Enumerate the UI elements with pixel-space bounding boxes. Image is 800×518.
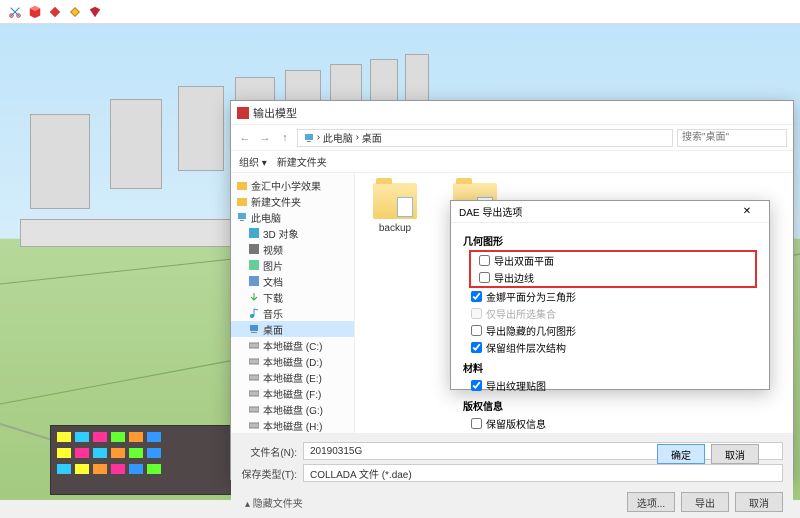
tree-item[interactable]: 本地磁盘 (F:)	[231, 385, 354, 401]
export-button[interactable]: 导出	[681, 492, 729, 512]
tree-item[interactable]: 图片	[231, 257, 354, 273]
section-credits: 版权信息	[463, 398, 757, 413]
newfolder-button[interactable]: 新建文件夹	[277, 154, 327, 169]
tree-item[interactable]: 本地磁盘 (H:)	[231, 417, 354, 433]
chk-two-sided[interactable]	[479, 255, 490, 266]
video-icon	[249, 244, 259, 254]
tree-item[interactable]: 桌面	[231, 321, 354, 337]
scissors-icon[interactable]	[8, 5, 22, 19]
3d-icon	[249, 228, 259, 238]
chk-hidden-geom[interactable]	[471, 325, 482, 336]
chk-selection-only	[471, 308, 482, 319]
folder-yellow-icon	[237, 180, 247, 190]
tree-item[interactable]: 文档	[231, 273, 354, 289]
cancel-button[interactable]: 取消	[735, 492, 783, 512]
filetype-label: 保存类型(T):	[241, 466, 297, 481]
tree-item[interactable]: 金汇中小学效果	[231, 177, 354, 193]
disk-icon	[249, 356, 259, 366]
colorful-building	[50, 425, 260, 495]
nav-row: ← → ↑ › 此电脑 › 桌面	[231, 125, 793, 151]
dae-options-dialog: DAE 导出选项 ✕ 几何图形 导出双面平面 导出边线 金娜平面分为三角形 仅导…	[450, 200, 770, 390]
section-material: 材料	[463, 360, 757, 375]
tree-item[interactable]: 音乐	[231, 305, 354, 321]
pic-icon	[249, 260, 259, 270]
disk-icon	[249, 404, 259, 414]
tree-item[interactable]: 本地磁盘 (C:)	[231, 337, 354, 353]
tree-item[interactable]: 下载	[231, 289, 354, 305]
chk-textures[interactable]	[471, 380, 482, 391]
dae-options-titlebar[interactable]: DAE 导出选项 ✕	[451, 201, 769, 223]
breadcrumb[interactable]: › 此电脑 › 桌面	[297, 129, 673, 147]
folder-yellow-icon	[237, 196, 247, 206]
nav-up-icon[interactable]: ↑	[277, 130, 293, 146]
ok-button[interactable]: 确定	[657, 444, 705, 464]
chk-triangulate[interactable]	[471, 291, 482, 302]
chk-edges[interactable]	[479, 272, 490, 283]
disk-icon	[249, 420, 259, 430]
toggle-hidden-folders[interactable]: ▴ 隐藏文件夹	[241, 491, 303, 510]
music-icon	[249, 308, 259, 318]
chk-hierarchy[interactable]	[471, 342, 482, 353]
export-dialog-title: 输出模型	[253, 105, 297, 121]
search-input[interactable]	[677, 129, 787, 147]
cancel-opt-button[interactable]: 取消	[711, 444, 759, 464]
tree-item[interactable]: 新建文件夹	[231, 193, 354, 209]
section-geometry: 几何图形	[463, 233, 757, 248]
organize-menu[interactable]: 组织 ▾	[239, 154, 267, 169]
app-icon	[237, 107, 249, 119]
ruby-icon[interactable]	[88, 5, 102, 19]
red-diamond-icon[interactable]	[48, 5, 62, 19]
main-toolbar	[0, 0, 800, 24]
doc-icon	[249, 276, 259, 286]
tree-item[interactable]: 3D 对象	[231, 225, 354, 241]
close-icon[interactable]: ✕	[733, 203, 761, 221]
export-dialog-titlebar[interactable]: 输出模型	[231, 101, 793, 125]
pc-icon	[237, 212, 247, 222]
folder-tree[interactable]: 金汇中小学效果新建文件夹此电脑3D 对象视频图片文档下载音乐桌面本地磁盘 (C:…	[231, 173, 355, 433]
folder-item[interactable]: backup	[365, 183, 425, 423]
tree-item[interactable]: 本地磁盘 (E:)	[231, 369, 354, 385]
disk-icon	[249, 372, 259, 382]
options-button[interactable]: 选项...	[627, 492, 675, 512]
nav-fwd-icon[interactable]: →	[257, 130, 273, 146]
dae-options-title: DAE 导出选项	[459, 204, 522, 219]
nav-back-icon[interactable]: ←	[237, 130, 253, 146]
paint-bucket-icon[interactable]	[68, 5, 82, 19]
disk-icon	[249, 388, 259, 398]
tree-item[interactable]: 此电脑	[231, 209, 354, 225]
dialog-toolbar: 组织 ▾ 新建文件夹	[231, 151, 793, 173]
red-cube-icon[interactable]	[28, 5, 42, 19]
desktop-icon	[249, 324, 259, 334]
disk-icon	[249, 340, 259, 350]
highlight-box: 导出双面平面 导出边线	[469, 250, 757, 288]
tree-item[interactable]: 视频	[231, 241, 354, 257]
filename-label: 文件名(N):	[241, 444, 297, 459]
chk-credits[interactable]	[471, 418, 482, 429]
down-icon	[249, 292, 259, 302]
pc-icon	[304, 133, 314, 143]
tree-item[interactable]: 本地磁盘 (G:)	[231, 401, 354, 417]
folder-icon	[373, 183, 417, 219]
tree-item[interactable]: 本地磁盘 (D:)	[231, 353, 354, 369]
